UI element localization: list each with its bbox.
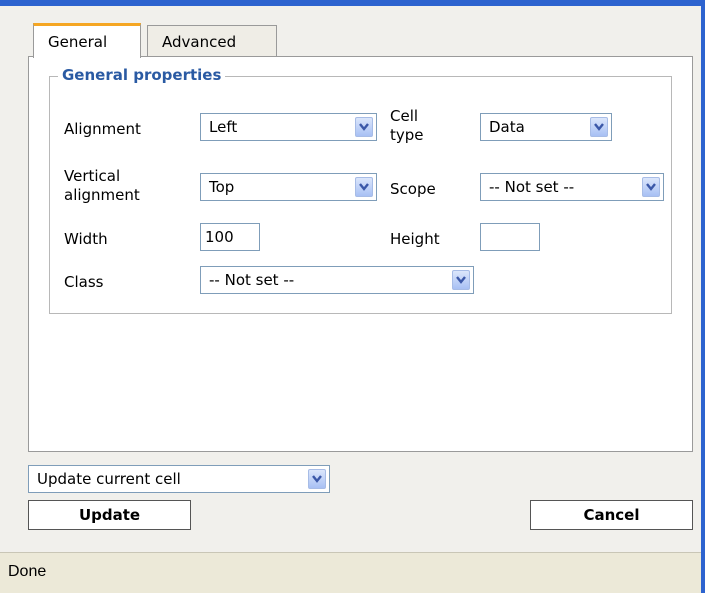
class-select[interactable]: -- Not set -- — [200, 266, 474, 294]
scope-label: Scope — [390, 180, 436, 198]
width-label: Width — [64, 230, 108, 248]
dialog-window: General Advanced General properties Alig… — [0, 0, 705, 593]
class-label: Class — [64, 273, 104, 291]
height-label: Height — [390, 230, 440, 248]
vertical-alignment-value: Top — [209, 178, 235, 196]
update-button-label: Update — [78, 506, 141, 524]
vertical-alignment-label: Vertical alignment — [64, 167, 140, 204]
general-properties-group: General properties Alignment Left Cell t… — [49, 66, 672, 314]
chevron-down-icon[interactable] — [355, 117, 373, 137]
scope-select[interactable]: -- Not set -- — [480, 173, 664, 201]
general-properties-legend: General properties — [58, 66, 226, 84]
action-select[interactable]: Update current cell — [28, 465, 330, 493]
alignment-label: Alignment — [64, 120, 141, 138]
chevron-down-icon[interactable] — [590, 117, 608, 137]
chevron-down-icon[interactable] — [308, 469, 326, 489]
tab-advanced-label: Advanced — [162, 33, 237, 51]
status-bar: Done — [0, 552, 701, 593]
cancel-button[interactable]: Cancel — [530, 500, 693, 530]
width-value: 100 — [205, 228, 234, 246]
tab-general-label: General — [48, 33, 108, 51]
chevron-down-icon[interactable] — [452, 270, 470, 290]
cell-type-select[interactable]: Data — [480, 113, 612, 141]
cell-type-value: Data — [489, 118, 525, 136]
chevron-down-icon[interactable] — [355, 177, 373, 197]
cell-type-label: Cell type — [390, 107, 424, 144]
alignment-value: Left — [209, 118, 238, 136]
tab-advanced[interactable]: Advanced — [147, 25, 277, 57]
action-value: Update current cell — [37, 470, 181, 488]
window-right-border — [701, 0, 705, 593]
tab-panel-general: General properties Alignment Left Cell t… — [28, 56, 693, 452]
width-field[interactable]: 100 — [200, 223, 260, 251]
class-value: -- Not set -- — [209, 271, 295, 289]
cancel-button-label: Cancel — [583, 506, 640, 524]
scope-value: -- Not set -- — [489, 178, 575, 196]
vertical-alignment-select[interactable]: Top — [200, 173, 377, 201]
alignment-select[interactable]: Left — [200, 113, 377, 141]
window-top-border — [0, 0, 705, 6]
chevron-down-icon[interactable] — [642, 177, 660, 197]
update-button[interactable]: Update — [28, 500, 191, 530]
height-field[interactable] — [480, 223, 540, 251]
status-text: Done — [8, 563, 47, 580]
tab-general[interactable]: General — [33, 23, 141, 58]
